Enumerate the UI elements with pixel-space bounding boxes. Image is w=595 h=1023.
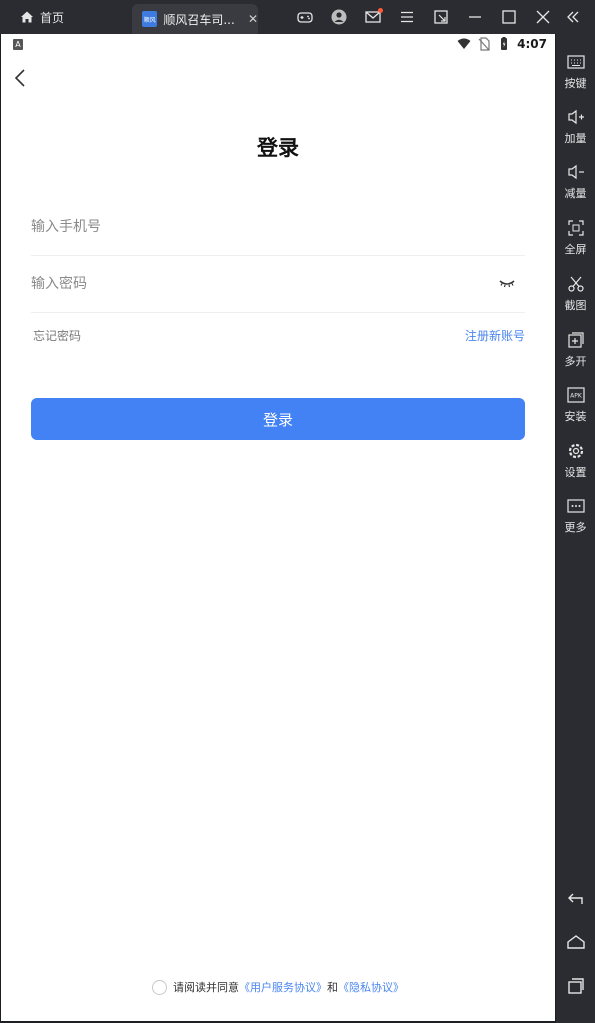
sidebar-item-label: 减量 xyxy=(564,187,587,200)
wifi-icon xyxy=(457,38,471,49)
recents-icon xyxy=(567,978,584,994)
android-home-button[interactable] xyxy=(556,927,595,957)
apk-install-icon: APK xyxy=(566,387,585,403)
user-icon[interactable] xyxy=(322,0,356,34)
sidebar-item-multi-instance[interactable]: 多开 xyxy=(556,330,595,380)
minimize-icon[interactable] xyxy=(458,0,492,34)
sidebar-item-label: 更多 xyxy=(564,521,587,534)
android-recents-button[interactable] xyxy=(556,971,595,1001)
sidebar-item-label: 按键 xyxy=(564,77,587,90)
close-icon[interactable] xyxy=(526,0,560,34)
back-arrow-icon xyxy=(567,893,583,904)
mail-icon[interactable] xyxy=(356,0,390,34)
agreement-and: 和 xyxy=(327,981,338,994)
volume-up-icon xyxy=(567,109,584,125)
window-controls xyxy=(288,0,560,34)
home-tab-label: 首页 xyxy=(40,10,65,25)
sidebar-item-keyboard[interactable]: 按键 xyxy=(556,52,595,102)
sidebar-item-label: 多开 xyxy=(564,355,587,368)
emulator-titlebar: 首页 顺风 顺风召车司... ✕ xyxy=(0,0,595,34)
status-icons: 4:07 xyxy=(457,37,547,51)
register-link[interactable]: 注册新账号 xyxy=(465,327,525,344)
back-button[interactable] xyxy=(9,66,31,90)
sidebar-item-label: 加量 xyxy=(564,132,587,145)
sidebar-item-volume-down[interactable]: 减量 xyxy=(556,162,595,212)
status-time: 4:07 xyxy=(517,37,547,51)
sidebar-item-fullscreen[interactable]: 全屏 xyxy=(556,218,595,268)
password-field xyxy=(31,255,525,313)
sidebar-item-install-apk[interactable]: APK 安装 xyxy=(556,385,595,435)
privacy-policy-link[interactable]: 《隐私协议》 xyxy=(338,981,404,994)
app-tab-title: 顺风召车司... xyxy=(163,12,235,27)
eye-closed-icon[interactable] xyxy=(499,276,515,290)
agreement-checkbox[interactable] xyxy=(152,979,167,995)
login-button[interactable]: 登录 xyxy=(31,398,525,440)
agreement-row: 请阅读并同意《用户服务协议》和《隐私协议》 xyxy=(1,979,555,995)
home-tab[interactable]: 首页 xyxy=(20,0,64,34)
android-back-button[interactable] xyxy=(556,884,595,914)
sidebar-item-label: 安装 xyxy=(564,410,587,423)
restore-icon[interactable] xyxy=(424,0,458,34)
app-tab[interactable]: 顺风 顺风召车司... ✕ xyxy=(132,4,258,34)
apk-label: APK xyxy=(570,393,583,400)
password-input[interactable] xyxy=(31,255,525,312)
sidebar-item-label: 截图 xyxy=(564,299,587,312)
emulator-sidebar: 按键 加量 减量 全屏 截图 多开 APK 安装 设置 更多 xyxy=(556,34,595,1023)
status-bar: A 4:07 xyxy=(1,34,555,56)
menu-icon[interactable] xyxy=(390,0,424,34)
sidebar-item-label: 设置 xyxy=(564,466,587,479)
collapse-sidebar-icon[interactable] xyxy=(561,0,585,34)
keyboard-icon xyxy=(566,55,585,69)
battery-icon xyxy=(501,37,508,50)
more-icon xyxy=(566,499,585,513)
agreement-prefix: 请阅读并同意 xyxy=(173,981,239,994)
page-title: 登录 xyxy=(257,136,299,160)
chevron-left-icon xyxy=(14,69,25,87)
phone-field xyxy=(31,198,525,256)
multi-instance-icon xyxy=(567,332,584,348)
phone-input[interactable] xyxy=(31,198,525,255)
scissors-icon xyxy=(567,276,584,292)
tab-close-icon[interactable]: ✕ xyxy=(248,12,258,26)
home-icon xyxy=(21,11,33,23)
sidebar-item-screenshot[interactable]: 截图 xyxy=(556,274,595,324)
no-sim-icon xyxy=(478,37,490,51)
notification-a-icon: A xyxy=(13,39,23,50)
fullscreen-icon xyxy=(567,220,584,236)
maximize-icon[interactable] xyxy=(492,0,526,34)
sidebar-item-volume-up[interactable]: 加量 xyxy=(556,107,595,157)
notification-dot xyxy=(378,8,383,13)
user-agreement-link[interactable]: 《用户服务协议》 xyxy=(239,981,327,994)
home-outline-icon xyxy=(566,935,585,949)
sidebar-item-label: 全屏 xyxy=(564,243,587,256)
forgot-password-link[interactable]: 忘记密码 xyxy=(33,327,81,344)
phone-screen: A 4:07 登录 忘记密码 注册新账号 登录 请阅读并同意《用户服务协议》和《… xyxy=(1,34,555,1021)
settings-icon xyxy=(568,443,583,459)
gamepad-icon[interactable] xyxy=(288,0,322,34)
app-logo-icon: 顺风 xyxy=(142,11,158,27)
sidebar-item-more[interactable]: 更多 xyxy=(556,496,595,546)
volume-down-icon xyxy=(567,164,584,180)
sidebar-item-settings[interactable]: 设置 xyxy=(556,441,595,491)
